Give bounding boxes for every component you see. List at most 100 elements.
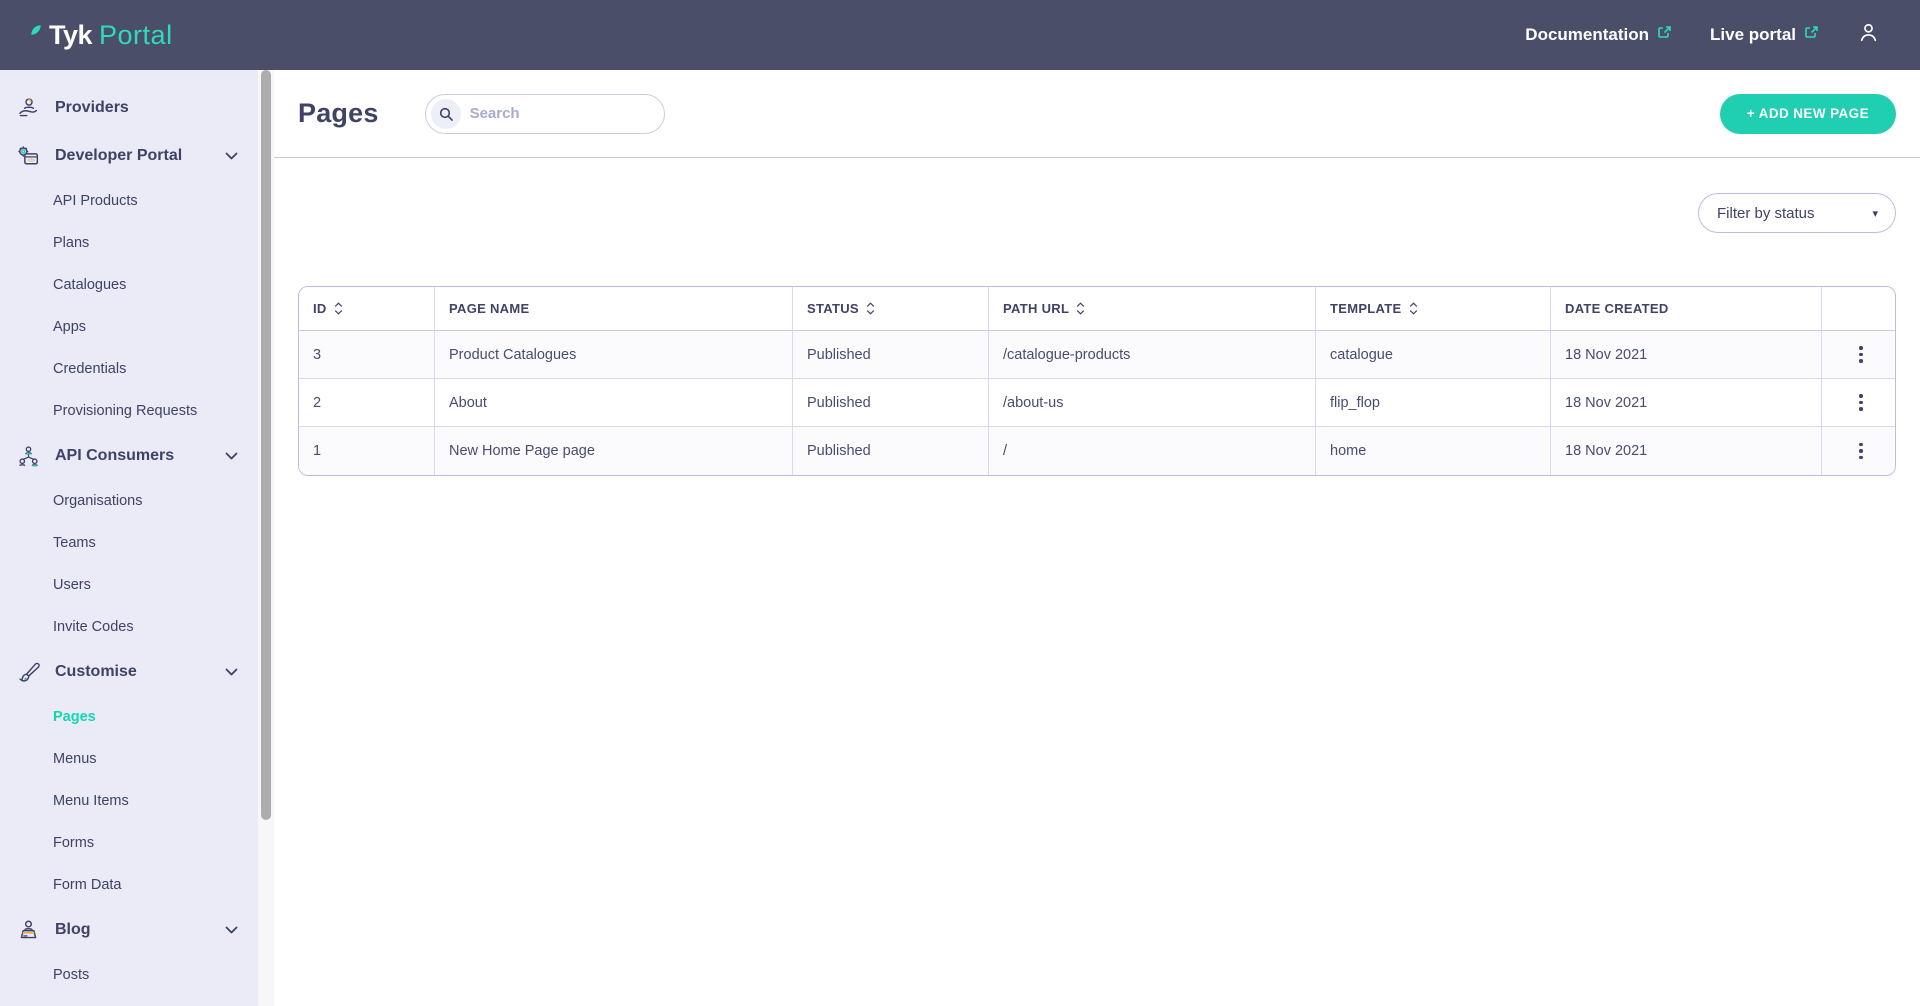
sidebar-item-organisations[interactable]: Organisations: [0, 480, 258, 522]
sidebar-item-users[interactable]: Users: [0, 564, 258, 606]
cell-path-url: /catalogue-products: [989, 331, 1316, 379]
documentation-link[interactable]: Documentation: [1525, 25, 1672, 45]
sidebar-item-catalogues[interactable]: Catalogues: [0, 264, 258, 306]
sidebar-item-customise[interactable]: Customise: [0, 648, 258, 696]
sidebar-item-credentials[interactable]: Credentials: [0, 348, 258, 390]
sidebar-item-label: Apps: [53, 319, 86, 335]
cell-id: 3: [299, 331, 435, 379]
sidebar-item-label: Invite Codes: [53, 619, 134, 635]
cell-template: catalogue: [1316, 331, 1551, 379]
developer-portal-icon: </>: [14, 143, 42, 170]
search-input[interactable]: [470, 105, 652, 122]
sort-icon: [1409, 302, 1418, 315]
chevron-down-icon: [225, 452, 238, 460]
kebab-menu-icon[interactable]: [1851, 342, 1871, 367]
filter-by-status-dropdown[interactable]: Filter by status ▾: [1698, 193, 1896, 233]
sidebar-item-label: Users: [53, 577, 91, 593]
column-header-label: PATH URL: [1003, 301, 1069, 316]
sidebar-item-label: API Consumers: [55, 447, 174, 465]
column-header-template[interactable]: TEMPLATE: [1316, 287, 1551, 331]
sidebar-scrollbar-thumb[interactable]: [261, 70, 271, 820]
providers-icon: [14, 95, 42, 122]
column-header-label: PAGE NAME: [449, 301, 529, 316]
search-icon: [431, 99, 461, 129]
sidebar-item-api-products[interactable]: API Products: [0, 180, 258, 222]
kebab-menu-icon[interactable]: [1851, 390, 1871, 415]
cell-date-created: 18 Nov 2021: [1551, 379, 1822, 427]
column-header-path-url[interactable]: PATH URL: [989, 287, 1316, 331]
search-box[interactable]: [425, 94, 665, 134]
cell-page-name: Product Catalogues: [435, 331, 793, 379]
external-link-icon: [1804, 25, 1819, 45]
sidebar-item-api-consumers[interactable]: API Consumers: [0, 432, 258, 480]
sidebar-nav: Providers </> Developer Portal API Products…: [0, 70, 258, 1006]
sidebar-item-posts[interactable]: Posts: [0, 954, 258, 996]
blog-icon: [14, 917, 42, 944]
cell-path-url: /about-us: [989, 379, 1316, 427]
chevron-down-icon: [225, 668, 238, 676]
cell-template: flip_flop: [1316, 379, 1551, 427]
customise-icon: [14, 659, 42, 686]
table-row: 1New Home Page pagePublished/home18 Nov …: [299, 427, 1896, 475]
sidebar-item-menu-items[interactable]: Menu Items: [0, 780, 258, 822]
table-row: 3Product CataloguesPublished/catalogue-p…: [299, 331, 1896, 379]
sidebar-item-invite-codes[interactable]: Invite Codes: [0, 606, 258, 648]
tyk-leaf-icon: [30, 23, 42, 41]
column-header-label: DATE CREATED: [1565, 301, 1669, 316]
column-header-date-created: DATE CREATED: [1551, 287, 1822, 331]
sidebar-item-plans[interactable]: Plans: [0, 222, 258, 264]
sidebar-item-label: Credentials: [53, 361, 126, 377]
cell-page-name: About: [435, 379, 793, 427]
sidebar-item-label: Developer Portal: [55, 147, 182, 165]
external-link-icon: [1657, 25, 1672, 45]
content-header: Pages + ADD NEW PAGE: [274, 70, 1920, 158]
column-header-id[interactable]: ID: [299, 287, 435, 331]
sidebar-item-blog[interactable]: Blog: [0, 906, 258, 954]
kebab-menu-icon[interactable]: [1851, 439, 1871, 464]
sidebar-item-teams[interactable]: Teams: [0, 522, 258, 564]
user-menu-button[interactable]: [1857, 21, 1880, 49]
column-header-actions: [1822, 287, 1896, 331]
main-content: Pages + ADD NEW PAGE Filter by status ▾ …: [274, 70, 1920, 1006]
chevron-down-icon: [225, 152, 238, 160]
sidebar-item-label: Blog: [55, 921, 91, 939]
tyk-portal-logo[interactable]: Tyk Portal: [30, 20, 173, 51]
sidebar-item-label: Pages: [53, 709, 96, 725]
sort-icon: [1076, 302, 1085, 315]
sidebar-item-label: Organisations: [53, 493, 142, 509]
top-navbar: Tyk Portal Documentation Live portal: [0, 0, 1920, 70]
add-new-page-button[interactable]: + ADD NEW PAGE: [1720, 94, 1896, 134]
sidebar-item-label: Teams: [53, 535, 96, 551]
sidebar-item-pages[interactable]: Pages: [0, 696, 258, 738]
cell-date-created: 18 Nov 2021: [1551, 331, 1822, 379]
cell-id: 1: [299, 427, 435, 475]
column-header-label: STATUS: [807, 301, 859, 316]
sidebar-item-apps[interactable]: Apps: [0, 306, 258, 348]
sidebar-item-providers[interactable]: Providers: [0, 84, 258, 132]
sidebar-item-label: Posts: [53, 967, 89, 983]
sidebar-item-label: Plans: [53, 235, 89, 251]
cell-status: Published: [793, 331, 989, 379]
sidebar-item-forms[interactable]: Forms: [0, 822, 258, 864]
live-portal-link-label: Live portal: [1710, 25, 1796, 45]
live-portal-link[interactable]: Live portal: [1710, 25, 1819, 45]
chevron-down-icon: [225, 926, 238, 934]
cell-status: Published: [793, 379, 989, 427]
sidebar-item-menus[interactable]: Menus: [0, 738, 258, 780]
sidebar-item-label: Form Data: [53, 877, 122, 893]
sidebar-item-provisioning-requests[interactable]: Provisioning Requests: [0, 390, 258, 432]
cell-status: Published: [793, 427, 989, 475]
logo-text-secondary: Portal: [99, 20, 173, 51]
sidebar-item-form-data[interactable]: Form Data: [0, 864, 258, 906]
cell-actions: [1822, 331, 1896, 379]
svg-text:</>: </>: [27, 158, 35, 164]
column-header-status[interactable]: STATUS: [793, 287, 989, 331]
user-icon: [1857, 21, 1880, 49]
table-header-row: ID PAGE NAME STATUS PATH URL TEMPLATE DATE CR…: [299, 287, 1896, 331]
sidebar-item-label: Menus: [53, 751, 97, 767]
sidebar-item-label: Catalogues: [53, 277, 126, 293]
sidebar-item-developer-portal[interactable]: </> Developer Portal: [0, 132, 258, 180]
sidebar-scrollbar[interactable]: [258, 70, 274, 1006]
cell-actions: [1822, 379, 1896, 427]
cell-path-url: /: [989, 427, 1316, 475]
